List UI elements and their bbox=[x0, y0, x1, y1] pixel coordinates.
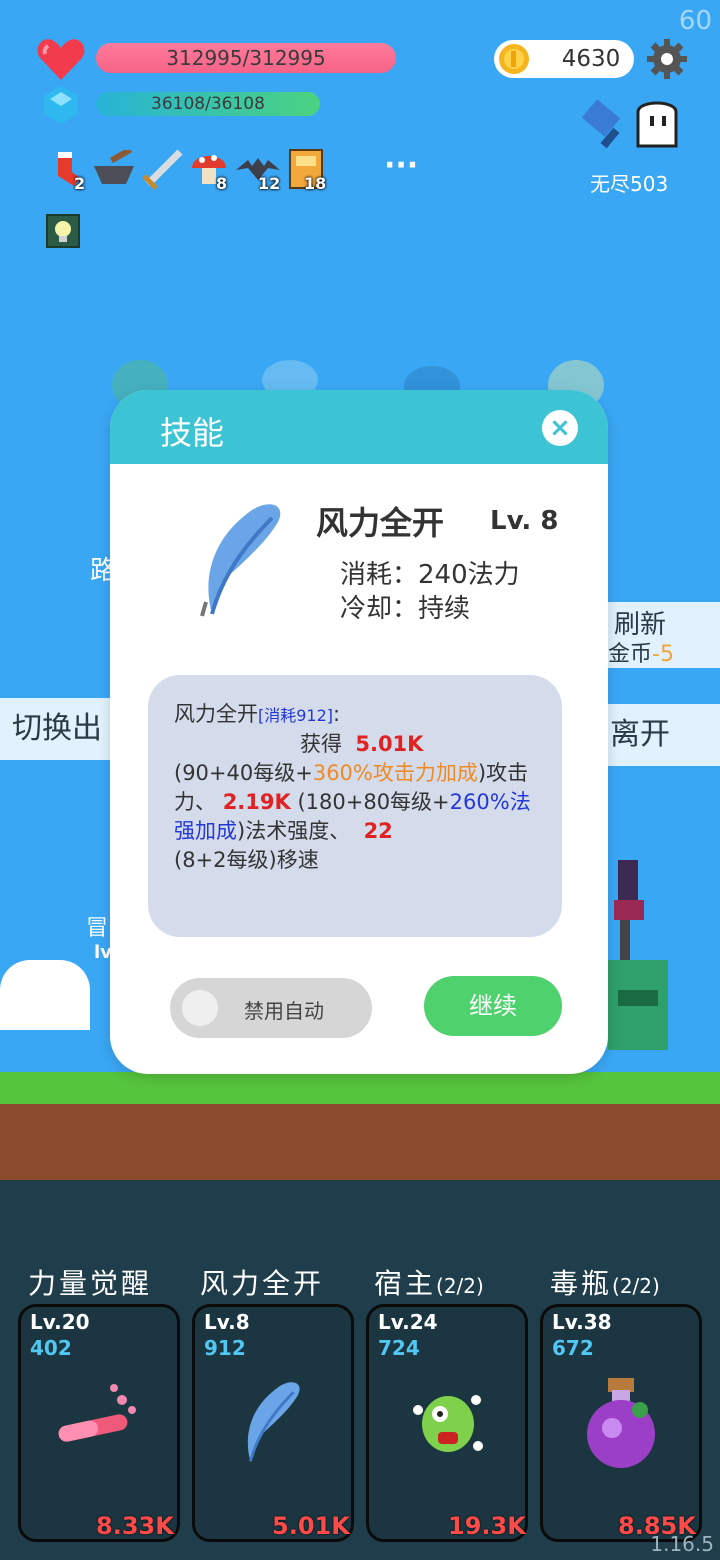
monster-sprite bbox=[608, 840, 678, 1070]
potion-tube-icon bbox=[52, 1382, 142, 1462]
close-button[interactable]: × bbox=[542, 410, 578, 446]
refresh-cost-value: -5 bbox=[652, 642, 674, 667]
skill-dialog: 技能 × 风力全开 Lv. 8 消耗：240法力 冷却：持续 风力全开[消耗91… bbox=[110, 390, 608, 1074]
skill-card-cost: 672 bbox=[552, 1336, 594, 1360]
dialog-title: 技能 bbox=[160, 414, 225, 452]
skill-card-damage: 8.33K bbox=[96, 1512, 174, 1540]
more-items-button[interactable]: ··· bbox=[384, 148, 418, 183]
skill-card-level: Lv.8 bbox=[204, 1310, 250, 1334]
hero-label: 冒 bbox=[86, 916, 109, 941]
heart-icon bbox=[36, 36, 86, 82]
item-count: 8 bbox=[216, 174, 228, 193]
skill-card-title: 毒瓶(2/2) bbox=[550, 1262, 660, 1302]
skill-description: 风力全开[消耗912]: 获得 5.01K (90+40每级+360%攻击力加成… bbox=[174, 700, 544, 875]
refresh-button[interactable]: 刷新 金币-5 bbox=[604, 602, 720, 668]
skill-name: 风力全开 bbox=[316, 504, 445, 542]
skill-card-title: 宿主(2/2) bbox=[374, 1262, 484, 1302]
skill-title-text: 力量觉醒 bbox=[28, 1267, 153, 1300]
disable-auto-label: 禁用自动 bbox=[244, 999, 324, 1023]
leave-button[interactable]: 离开 bbox=[604, 704, 720, 766]
skill-count: (2/2) bbox=[612, 1274, 660, 1298]
desc-gain: 获得 bbox=[300, 732, 342, 756]
skill-card-level: Lv.24 bbox=[378, 1310, 438, 1334]
mana-crystal-icon bbox=[44, 86, 78, 124]
desc-name: 风力全开 bbox=[174, 702, 258, 726]
version-label: 1.16.5 bbox=[650, 1532, 714, 1556]
sword-icon[interactable] bbox=[140, 148, 184, 190]
coin-icon bbox=[498, 43, 530, 75]
desc-ms-value: 22 bbox=[363, 819, 393, 843]
skill-card-cost: 912 bbox=[204, 1336, 246, 1360]
coin-value: 4630 bbox=[561, 46, 621, 72]
skill-title-text: 毒瓶 bbox=[550, 1267, 613, 1300]
skill-cooldown: 冷却：持续 bbox=[340, 594, 471, 624]
poison-flask-icon bbox=[582, 1376, 662, 1468]
leave-label: 离开 bbox=[610, 717, 670, 752]
skill-card-title: 风力全开 bbox=[200, 1262, 324, 1302]
desc-sp-value: 2.19K bbox=[222, 790, 291, 814]
hp-bar: 312995/312995 bbox=[96, 43, 396, 73]
mp-bar: 36108/36108 bbox=[96, 92, 320, 116]
cleaver-icon[interactable] bbox=[576, 98, 632, 154]
refresh-cost-label: 金币 bbox=[608, 642, 653, 667]
toggle-knob[interactable] bbox=[182, 990, 218, 1026]
ground-dirt bbox=[0, 1104, 720, 1182]
fps-counter: 60 bbox=[678, 6, 712, 36]
lightbulb-buff-icon[interactable] bbox=[46, 214, 80, 248]
item-count: 12 bbox=[258, 174, 281, 193]
skill-card-damage: 5.01K bbox=[272, 1512, 350, 1540]
skill-title-text: 风力全开 bbox=[200, 1267, 325, 1300]
desc-sp-suffix: )法术强度、 bbox=[237, 819, 351, 843]
item-count: 2 bbox=[74, 174, 86, 193]
gear-icon[interactable] bbox=[646, 38, 688, 80]
ghost-icon[interactable] bbox=[632, 96, 682, 148]
skill-cost: 消耗：240法力 bbox=[340, 560, 520, 590]
monster-icon bbox=[408, 1380, 488, 1464]
feather-icon bbox=[236, 1376, 308, 1466]
refresh-cost: 金币-5 bbox=[608, 636, 674, 668]
switch-label: 切换出 bbox=[12, 711, 102, 746]
skill-card-cost: 402 bbox=[30, 1336, 72, 1360]
endless-stage-label: 无尽503 bbox=[590, 172, 669, 196]
ground-grass bbox=[0, 1072, 720, 1106]
continue-button[interactable]: 继续 bbox=[424, 976, 562, 1036]
desc-atk-value: 5.01K bbox=[355, 732, 424, 756]
mortar-icon[interactable] bbox=[92, 146, 136, 188]
desc-atk-base: (90+40每级+ bbox=[174, 761, 313, 785]
skill-card-cost: 724 bbox=[378, 1336, 420, 1360]
feather-icon bbox=[192, 498, 292, 618]
skill-title-text: 宿主 bbox=[374, 1267, 437, 1300]
skill-count: (2/2) bbox=[436, 1274, 484, 1298]
skill-card-damage: 19.3K bbox=[448, 1512, 526, 1540]
desc-colon: : bbox=[333, 702, 341, 726]
desc-cost-tag: [消耗912] bbox=[258, 706, 334, 725]
skill-card-level: Lv.20 bbox=[30, 1310, 90, 1334]
desc-sp-base: (180+80每级+ bbox=[297, 790, 450, 814]
item-count: 18 bbox=[304, 174, 327, 193]
desc-ms-base: (8+2每级)移速 bbox=[174, 848, 319, 872]
skill-level: Lv. 8 bbox=[490, 506, 559, 536]
desc-atk-scale: 360%攻击力加成 bbox=[312, 761, 478, 785]
skill-card-title: 力量觉醒 bbox=[28, 1262, 152, 1302]
skill-card-level: Lv.38 bbox=[552, 1310, 612, 1334]
cloud-decoration bbox=[0, 960, 90, 1030]
